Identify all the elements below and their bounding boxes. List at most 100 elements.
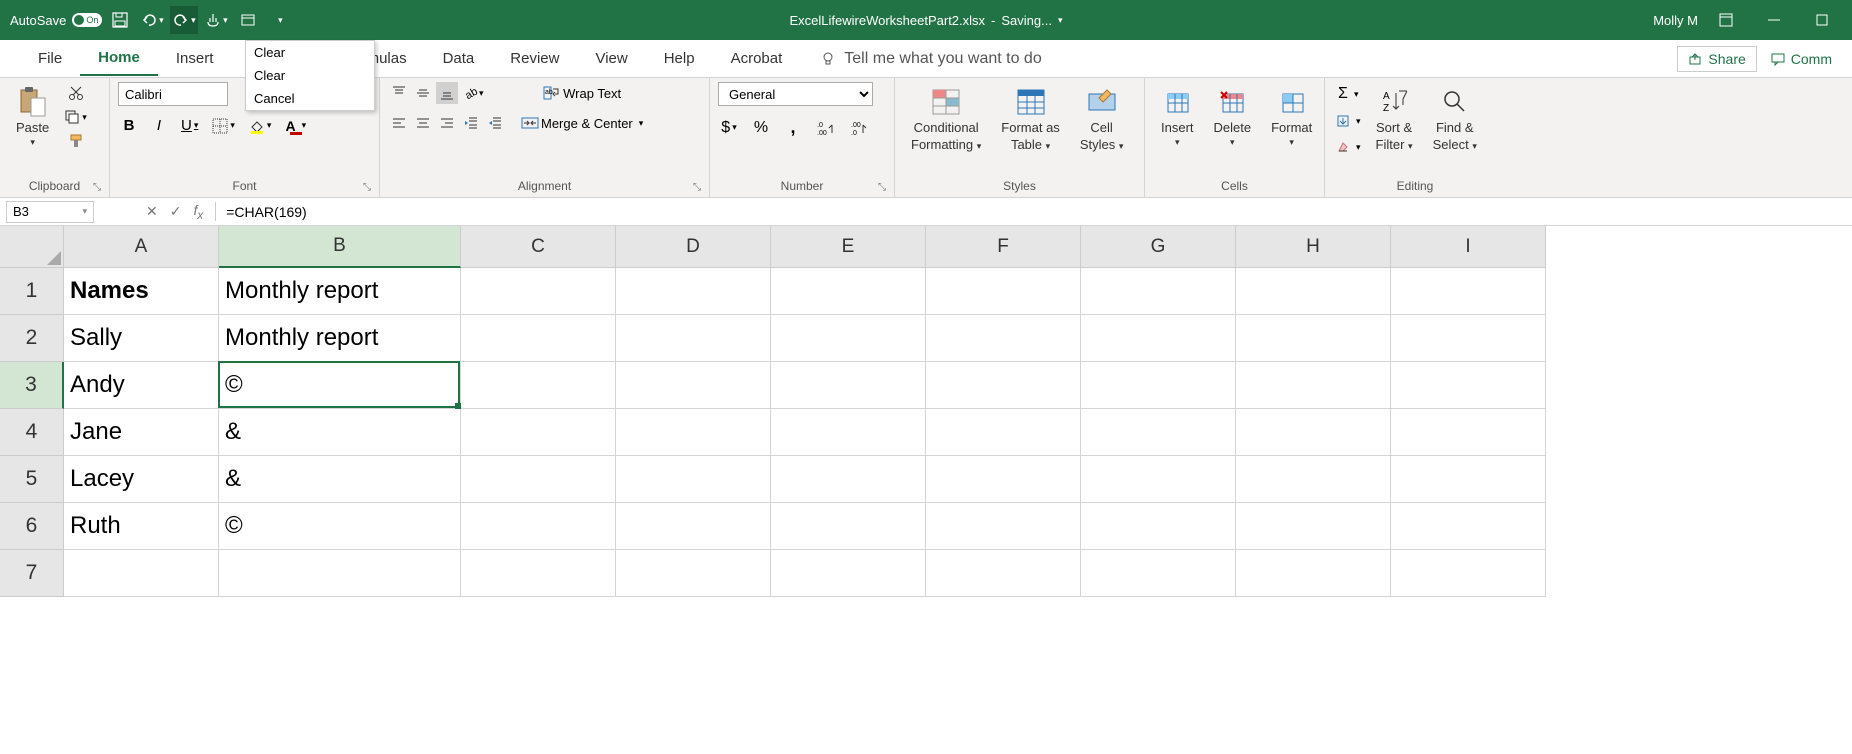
cell-G4[interactable]	[1081, 409, 1236, 456]
row-header-7[interactable]: 7	[0, 550, 64, 597]
align-center-button[interactable]	[412, 112, 434, 134]
save-icon[interactable]	[106, 6, 134, 34]
cancel-formula-button[interactable]: ✕	[146, 203, 158, 220]
decrease-decimal-button[interactable]: .00.0	[848, 117, 872, 139]
user-name[interactable]: Molly M	[1653, 13, 1698, 28]
cell-A3[interactable]: Andy	[64, 362, 219, 409]
cell-A4[interactable]: Jane	[64, 409, 219, 456]
cell-G2[interactable]	[1081, 315, 1236, 362]
fill-color-button[interactable]: ▾	[246, 115, 275, 137]
cell-F2[interactable]	[926, 315, 1081, 362]
cell-F6[interactable]	[926, 503, 1081, 550]
row-header-3[interactable]: 3	[0, 362, 64, 409]
cell-E1[interactable]	[771, 268, 926, 315]
cell-E7[interactable]	[771, 550, 926, 597]
row-header-6[interactable]: 6	[0, 503, 64, 550]
increase-indent-button[interactable]	[484, 112, 506, 134]
format-painter-button[interactable]	[61, 130, 90, 152]
font-name-selector[interactable]	[118, 82, 228, 106]
align-left-button[interactable]	[388, 112, 410, 134]
cell-styles-button[interactable]: Cell Styles ▾	[1072, 82, 1132, 156]
cell-B5[interactable]: &	[219, 456, 461, 503]
align-bottom-button[interactable]	[436, 82, 458, 104]
align-middle-button[interactable]	[412, 82, 434, 104]
cell-B6[interactable]: ©	[219, 503, 461, 550]
cell-E3[interactable]	[771, 362, 926, 409]
column-header-H[interactable]: H	[1236, 226, 1391, 268]
cell-C2[interactable]	[461, 315, 616, 362]
cell-C7[interactable]	[461, 550, 616, 597]
cell-F4[interactable]	[926, 409, 1081, 456]
maximize-button[interactable]	[1802, 6, 1842, 34]
cell-D7[interactable]	[616, 550, 771, 597]
cell-G3[interactable]	[1081, 362, 1236, 409]
autosave-toggle[interactable]: AutoSave On	[10, 13, 102, 28]
tab-file[interactable]: File	[20, 42, 80, 75]
bold-button[interactable]: B	[118, 114, 140, 137]
cell-I5[interactable]	[1391, 456, 1546, 503]
conditional-formatting-button[interactable]: Conditional Formatting ▾	[903, 82, 989, 156]
column-header-I[interactable]: I	[1391, 226, 1546, 268]
underline-button[interactable]: U▾	[178, 114, 201, 137]
delete-cells-button[interactable]: Delete▾	[1206, 82, 1260, 152]
autosum-button[interactable]: Σ▾	[1333, 82, 1364, 106]
column-header-E[interactable]: E	[771, 226, 926, 268]
cell-B3[interactable]: ©	[219, 362, 461, 409]
row-header-4[interactable]: 4	[0, 409, 64, 456]
copy-button[interactable]: ▾	[61, 106, 90, 128]
italic-button[interactable]: I	[148, 114, 170, 137]
minimize-button[interactable]	[1754, 6, 1794, 34]
enter-formula-button[interactable]: ✓	[170, 203, 182, 220]
row-header-5[interactable]: 5	[0, 456, 64, 503]
align-top-button[interactable]	[388, 82, 410, 104]
cell-E6[interactable]	[771, 503, 926, 550]
customize-qat-icon[interactable]	[234, 6, 262, 34]
launcher-icon[interactable]: ⤡	[693, 182, 701, 193]
borders-button[interactable]: ▾	[209, 115, 238, 137]
formula-input[interactable]: =CHAR(169)	[216, 202, 1852, 222]
cell-I2[interactable]	[1391, 315, 1546, 362]
increase-decimal-button[interactable]: .0.00	[814, 117, 838, 139]
column-header-A[interactable]: A	[64, 226, 219, 268]
tab-home[interactable]: Home	[80, 41, 158, 76]
tell-me-search[interactable]: Tell me what you want to do	[820, 50, 1041, 68]
dropdown-item-clear[interactable]: Clear	[246, 64, 374, 87]
orientation-button[interactable]: ab▾	[460, 82, 487, 104]
column-header-C[interactable]: C	[461, 226, 616, 268]
align-right-button[interactable]	[436, 112, 458, 134]
tab-acrobat[interactable]: Acrobat	[713, 42, 801, 75]
cell-C6[interactable]	[461, 503, 616, 550]
cell-A1[interactable]: Names	[64, 268, 219, 315]
cell-D2[interactable]	[616, 315, 771, 362]
comma-format-button[interactable]: ,	[782, 114, 804, 141]
column-header-D[interactable]: D	[616, 226, 771, 268]
comments-button[interactable]: Comm	[1761, 47, 1842, 71]
find-select-button[interactable]: Find & Select ▾	[1425, 82, 1485, 156]
cell-A5[interactable]: Lacey	[64, 456, 219, 503]
cell-I3[interactable]	[1391, 362, 1546, 409]
cell-D6[interactable]	[616, 503, 771, 550]
wrap-text-button[interactable]: abWrap Text	[518, 82, 646, 104]
cell-B2[interactable]: Monthly report	[219, 315, 461, 362]
cell-G5[interactable]	[1081, 456, 1236, 503]
font-color-button[interactable]: A▾	[282, 115, 309, 137]
tab-view[interactable]: View	[577, 42, 645, 75]
fx-button[interactable]: fx	[193, 202, 203, 222]
cell-H2[interactable]	[1236, 315, 1391, 362]
cell-A6[interactable]: Ruth	[64, 503, 219, 550]
sort-filter-button[interactable]: AZ Sort & Filter ▾	[1368, 82, 1421, 156]
cell-D5[interactable]	[616, 456, 771, 503]
cell-H6[interactable]	[1236, 503, 1391, 550]
cell-H3[interactable]	[1236, 362, 1391, 409]
cell-E2[interactable]	[771, 315, 926, 362]
cell-F3[interactable]	[926, 362, 1081, 409]
column-header-F[interactable]: F	[926, 226, 1081, 268]
cell-B1[interactable]: Monthly report	[219, 268, 461, 315]
cut-button[interactable]	[61, 82, 90, 104]
format-as-table-button[interactable]: Format as Table ▾	[993, 82, 1068, 156]
cell-G1[interactable]	[1081, 268, 1236, 315]
select-all-corner[interactable]	[0, 226, 64, 268]
cell-G7[interactable]	[1081, 550, 1236, 597]
qat-more-icon[interactable]: ▾	[266, 6, 294, 34]
cell-F5[interactable]	[926, 456, 1081, 503]
